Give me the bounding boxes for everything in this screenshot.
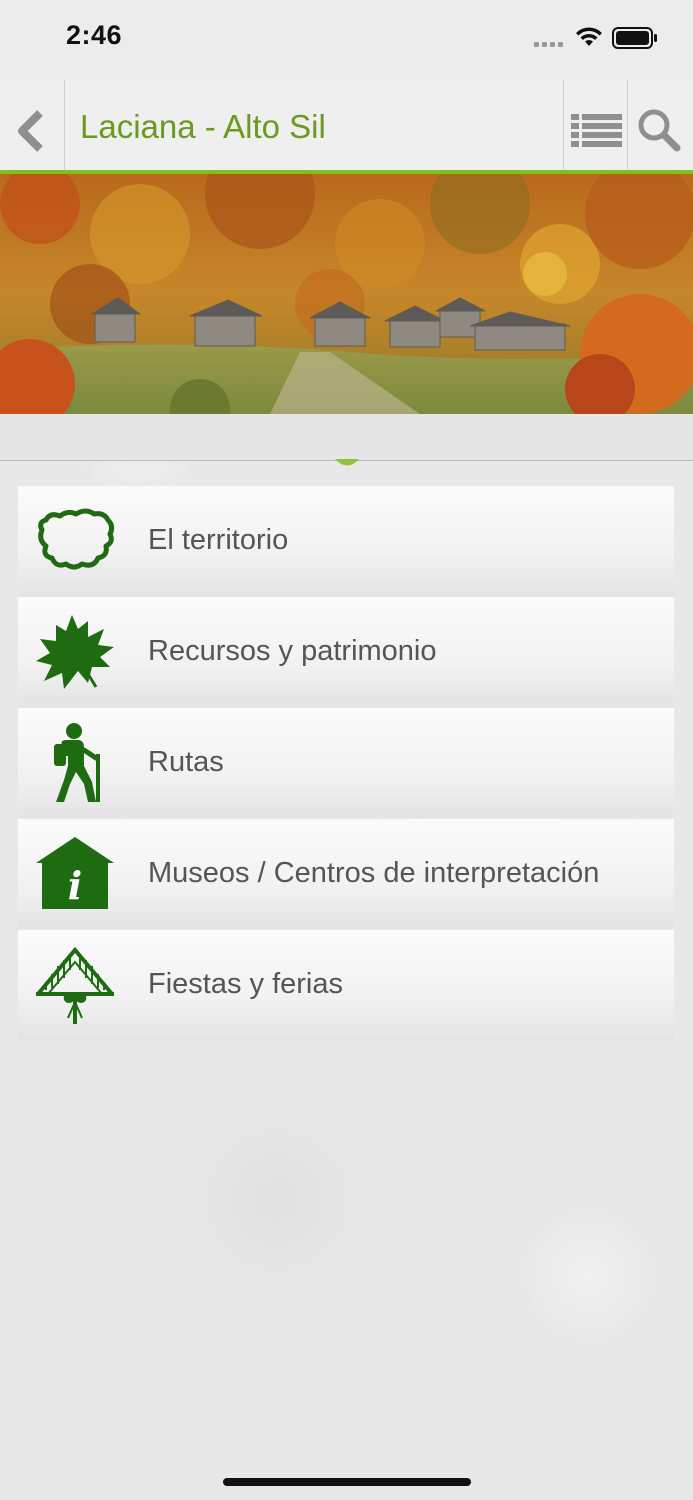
- menu-item-rutas[interactable]: Rutas: [18, 708, 674, 818]
- status-time: 2:46: [66, 20, 123, 50]
- menu-item-label: Rutas: [148, 746, 224, 778]
- info-house-icon: i: [36, 837, 114, 909]
- menu-item-label: Fiestas y ferias: [148, 968, 343, 1000]
- status-bar: 2:46: [0, 0, 693, 80]
- hero-image: [0, 174, 693, 414]
- search-icon[interactable]: [637, 108, 681, 152]
- menu-item-label: Museos / Centros de interpretación: [148, 857, 600, 889]
- autumn-village-landscape: [0, 174, 693, 414]
- menu-item-territorio[interactable]: El territorio: [18, 486, 674, 596]
- down-notch-icon: [335, 459, 359, 466]
- menu-item-label: Recursos y patrimonio: [148, 635, 437, 667]
- menu-item-recursos[interactable]: Recursos y patrimonio: [18, 597, 674, 707]
- home-indicator[interactable]: [223, 1478, 471, 1486]
- wifi-icon: [576, 27, 602, 46]
- nav-divider: [563, 80, 564, 170]
- navigation-bar: Laciana - Alto Sil: [0, 80, 693, 174]
- svg-text:i: i: [68, 863, 82, 908]
- menu-item-museos[interactable]: i Museos / Centros de interpretación: [18, 819, 674, 929]
- list-view-icon[interactable]: [571, 112, 623, 148]
- separator-strip: [0, 414, 693, 461]
- menu-item-fiestas[interactable]: Fiestas y ferias: [18, 930, 674, 1040]
- menu-list: El territorio Recursos y patrimonio Ruta…: [18, 486, 674, 1041]
- page-title: Laciana - Alto Sil: [80, 108, 326, 145]
- menu-item-label: El territorio: [148, 524, 289, 556]
- territory-map-icon: [38, 508, 115, 570]
- nav-divider: [64, 80, 65, 170]
- nav-divider: [627, 80, 628, 170]
- back-chevron-icon[interactable]: [14, 110, 50, 152]
- battery-icon: [612, 27, 657, 49]
- leaf-icon: [36, 615, 114, 689]
- festival-arch-icon: [36, 946, 114, 1024]
- cellular-signal-icon: [534, 42, 563, 47]
- hiker-icon: [54, 723, 100, 802]
